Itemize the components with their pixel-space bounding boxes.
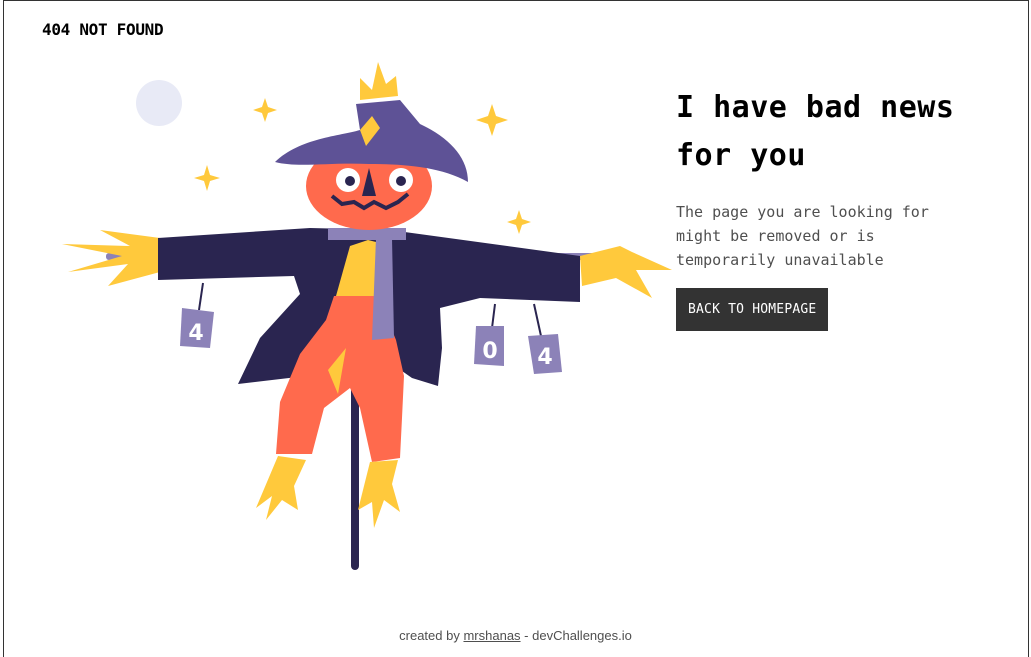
can-label-2: 0 <box>482 339 497 364</box>
can-label-1: 4 <box>188 321 203 346</box>
footer: created by mrshanas - devChallenges.io <box>0 628 1031 643</box>
page-headline: I have bad news for you <box>676 84 1006 180</box>
error-message: The page you are looking for might be re… <box>676 203 929 269</box>
author-link[interactable]: mrshanas <box>463 628 520 643</box>
headline-line-2: for you <box>676 138 806 173</box>
headline-line-1: I have bad news <box>676 90 955 125</box>
can-label-3: 4 <box>537 345 552 370</box>
footer-suffix: - devChallenges.io <box>524 628 632 643</box>
error-content: I have bad news for you The page you are… <box>676 84 1006 331</box>
footer-prefix: created by <box>399 628 460 643</box>
back-to-homepage-button[interactable]: BACK TO HOMEPAGE <box>676 288 829 331</box>
moon-icon <box>136 80 182 126</box>
scarecrow-illustration: 4 0 4 <box>62 62 672 570</box>
brand-title: 404 NOT FOUND <box>42 20 164 39</box>
